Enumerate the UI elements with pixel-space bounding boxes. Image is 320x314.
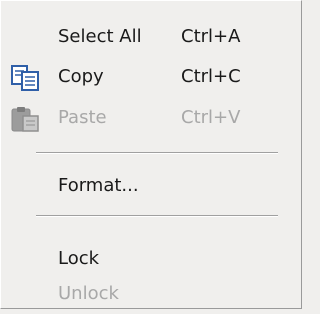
menu-item-label: Copy: [58, 66, 104, 87]
menu-item-shortcut: Ctrl+C: [181, 66, 241, 87]
copy-icon: [8, 64, 44, 92]
menu-item-label: Select All: [58, 26, 142, 47]
menu-item-shortcut: Ctrl+V: [181, 107, 241, 128]
menu-item-format[interactable]: Format...: [1, 166, 297, 206]
menu-item-unlock[interactable]: Unlock: [1, 274, 297, 314]
context-menu: Select All Ctrl+A Copy Ctrl+C Paste Ctrl…: [0, 0, 302, 309]
menu-separator: [36, 215, 278, 217]
paste-icon: [8, 105, 44, 133]
menu-item-label: Format...: [58, 175, 139, 196]
menu-item-copy[interactable]: Copy Ctrl+C: [1, 57, 297, 97]
menu-item-paste[interactable]: Paste Ctrl+V: [1, 98, 297, 138]
menu-item-label: Lock: [58, 248, 100, 269]
menu-item-label: Paste: [58, 107, 107, 128]
menu-item-lock[interactable]: Lock: [1, 239, 297, 279]
menu-item-select-all[interactable]: Select All Ctrl+A: [1, 17, 297, 57]
menu-item-label: Unlock: [58, 283, 119, 304]
menu-item-shortcut: Ctrl+A: [181, 26, 241, 47]
menu-separator: [36, 152, 278, 154]
